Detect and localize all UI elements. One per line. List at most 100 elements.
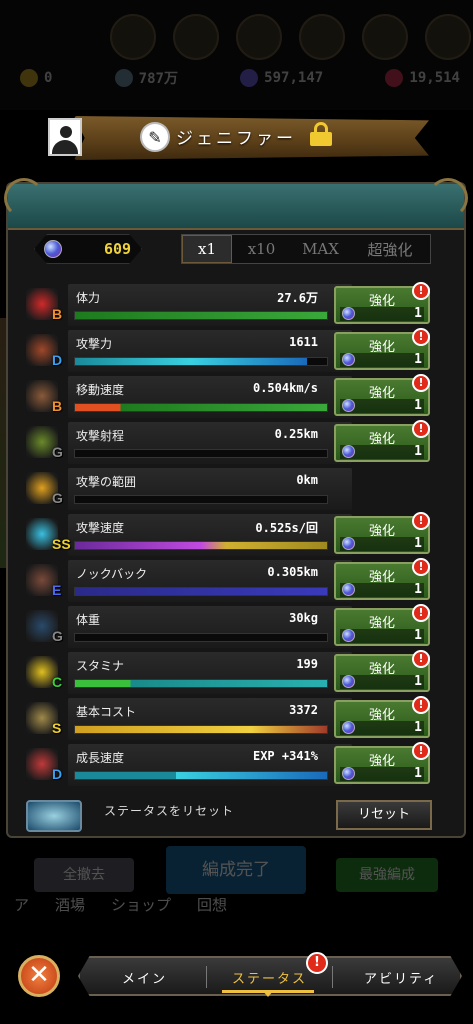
ranking-icon[interactable] (362, 14, 408, 60)
stat-grade: E (52, 582, 62, 598)
alert-badge: ! (412, 650, 430, 668)
stat-name: 体重 (76, 613, 101, 627)
resource-3-value: 597,147 (264, 70, 324, 86)
stat-name: 移動速度 (76, 383, 125, 397)
gem-icon (342, 721, 355, 734)
bg-tab-tavern[interactable]: 酒場 (55, 894, 85, 915)
stat-name: ノックバック (76, 567, 148, 581)
reset-button[interactable]: リセット (336, 800, 432, 830)
upgrade-count: 1 (414, 306, 422, 321)
lock-icon[interactable] (310, 122, 332, 146)
stat-bar-fill (75, 404, 327, 411)
gem-icon (342, 629, 355, 642)
gem-icon (342, 537, 355, 550)
best-formation-button[interactable]: 最強編成 (336, 858, 438, 892)
upgrade-button[interactable]: 強化 1 ! (334, 282, 430, 324)
upgrade-cost (340, 721, 424, 735)
coin-icon (20, 69, 38, 87)
upgrade-button[interactable]: 強化 1 ! (334, 696, 430, 738)
stat-value: EXP +341% (252, 749, 318, 763)
stat-value: 1611 (289, 335, 318, 349)
stat-bar (74, 725, 328, 734)
stat-grade: G (52, 628, 63, 644)
upgrade-count: 1 (414, 674, 422, 689)
stat-grade: C (52, 674, 63, 690)
coin-menu-icon[interactable] (110, 14, 156, 60)
stat-row: E ノックバック 0.305km 強化 1 ! (20, 558, 440, 604)
stat-bar (74, 541, 328, 550)
upgrade-button[interactable]: 強化 1 ! (334, 420, 430, 462)
upgrade-button[interactable]: 強化 1 ! (334, 374, 430, 416)
dragon-menu-icon[interactable] (173, 14, 219, 60)
bg-tab-recollection[interactable]: 回想 (197, 894, 227, 915)
close-button[interactable]: ✕ (18, 955, 60, 997)
upgrade-button[interactable]: 強化 1 ! (334, 604, 430, 646)
upgrade-count: 1 (414, 628, 422, 643)
stat-name: 攻撃力 (76, 337, 113, 351)
stat-bar-fill (75, 726, 327, 733)
stat-bar (74, 403, 328, 412)
stat-row: D 攻撃力 1611 強化 1 ! (20, 328, 440, 374)
stat-bar (74, 357, 328, 366)
stat-name: 攻撃射程 (76, 429, 125, 443)
stat-row: C スタミナ 199 強化 1 ! (20, 650, 440, 696)
stat-grade: D (52, 766, 63, 782)
remove-all-button[interactable]: 全撤去 (34, 858, 134, 892)
tab-max[interactable]: MAX (291, 235, 350, 263)
trophy-icon[interactable] (299, 14, 345, 60)
formation-complete-button[interactable]: 編成完了 (166, 846, 306, 894)
bg-tab-shop[interactable]: ショップ (111, 894, 171, 915)
reset-row: ステータスをリセット リセット (20, 796, 440, 832)
edit-name-pen-icon[interactable]: ✎ (140, 122, 170, 152)
resource-1: 0 (20, 68, 52, 88)
resource-4: 19,514 (385, 68, 460, 88)
alert-badge: ! (412, 328, 430, 346)
nav-divider (206, 966, 207, 988)
stat-name: 体力 (76, 291, 101, 305)
upgrade-button[interactable]: 強化 1 ! (334, 558, 430, 600)
stat-bar-fill (75, 772, 327, 779)
tab-x1[interactable]: x1 (182, 235, 232, 263)
stat-name: 攻撃の範囲 (76, 475, 137, 489)
gem-icon (44, 240, 62, 258)
home-icon[interactable] (236, 14, 282, 60)
avatar-head (60, 126, 72, 138)
stat-bar (74, 771, 328, 780)
upgrade-count: 1 (414, 352, 422, 367)
upgrade-button[interactable]: 強化 1 ! (334, 328, 430, 370)
gem-count: 609 (104, 240, 132, 258)
panel-header (8, 184, 464, 230)
upgrade-button[interactable]: 強化 1 ! (334, 742, 430, 784)
upgrade-count: 1 (414, 536, 422, 551)
stat-bar (74, 587, 328, 596)
upgrade-button[interactable]: 強化 1 ! (334, 650, 430, 692)
multiplier-tabs: x1 x10 MAX 超強化 (181, 234, 431, 264)
resource-4-value: 19,514 (409, 70, 460, 86)
stat-bar (74, 449, 328, 458)
upgrade-button[interactable]: 強化 1 ! (334, 512, 430, 554)
gem-icon (342, 675, 355, 688)
character-banner: ✎ ジェニファー (44, 112, 434, 164)
stat-name: 基本コスト (76, 705, 137, 719)
tab-super-upgrade[interactable]: 超強化 (350, 235, 430, 263)
stat-value: 0km (296, 473, 318, 487)
nav-ability[interactable]: アビリティ (364, 968, 438, 987)
stat-value: 30kg (289, 611, 318, 625)
stat-name: 攻撃速度 (76, 521, 125, 535)
heart-resource-icon (385, 69, 404, 87)
panel-corner-ornament-right (428, 178, 468, 218)
avatar[interactable] (48, 118, 82, 156)
stat-grade: B (52, 398, 63, 414)
stat-grade: S (52, 720, 62, 736)
tab-x10[interactable]: x10 (232, 235, 291, 263)
nav-main[interactable]: メイン (122, 968, 167, 987)
upgrade-count: 1 (414, 720, 422, 735)
bg-tab-1[interactable]: ア (14, 894, 29, 915)
stat-row: SS 攻撃速度 0.525s/回 強化 1 ! (20, 512, 440, 558)
resource-3: 597,147 (240, 68, 323, 88)
wrench-icon[interactable] (425, 14, 471, 60)
nav-status[interactable]: ステータス (232, 968, 307, 987)
nav-divider (332, 966, 333, 988)
stat-bar (74, 311, 328, 320)
stat-row: G 攻撃射程 0.25km 強化 1 ! (20, 420, 440, 466)
